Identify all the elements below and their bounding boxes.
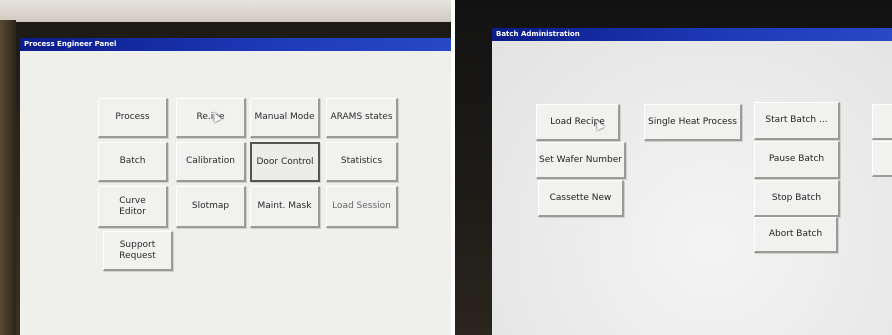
set-wafer-number-button[interactable]: Set Wafer Number bbox=[536, 142, 626, 179]
statistics-button[interactable]: Statistics bbox=[326, 142, 398, 182]
pause-batch-button[interactable]: Pause Batch bbox=[754, 141, 840, 179]
process-button[interactable]: Process bbox=[98, 98, 168, 138]
single-heat-process-button[interactable]: Single Heat Process bbox=[644, 104, 742, 141]
calibration-button[interactable]: Calibration bbox=[176, 142, 246, 182]
support-request-button[interactable]: Support Request bbox=[103, 231, 173, 271]
process-engineer-panel-window: Process Engineer Panel Process Re.ipe Ma… bbox=[20, 38, 451, 335]
stop-batch-button[interactable]: Stop Batch bbox=[754, 180, 840, 217]
load-recipe-button[interactable]: Load Recipe bbox=[536, 104, 620, 141]
offscreen-button[interactable] bbox=[872, 141, 892, 177]
load-session-button[interactable]: Load Session bbox=[326, 186, 398, 228]
background-wall bbox=[0, 0, 451, 22]
offscreen-button[interactable] bbox=[872, 104, 892, 140]
maint-mask-button[interactable]: Maint. Mask bbox=[250, 186, 320, 228]
batch-button[interactable]: Batch bbox=[98, 142, 168, 182]
left-photo: Process Engineer Panel Process Re.ipe Ma… bbox=[0, 0, 451, 335]
batch-administration-window: Batch Administration Load Recipe Single … bbox=[492, 28, 892, 335]
slotmap-button[interactable]: Slotmap bbox=[176, 186, 246, 228]
abort-batch-button[interactable]: Abort Batch bbox=[754, 217, 838, 253]
window-title: Batch Administration bbox=[492, 28, 892, 41]
curve-editor-button[interactable]: Curve Editor bbox=[98, 186, 168, 228]
arams-states-button[interactable]: ARAMS states bbox=[326, 98, 398, 138]
manual-mode-button[interactable]: Manual Mode bbox=[250, 98, 320, 138]
recipe-button[interactable]: Re.ipe bbox=[176, 98, 246, 138]
door-control-button[interactable]: Door Control bbox=[250, 142, 320, 182]
cassette-new-button[interactable]: Cassette New bbox=[538, 180, 624, 217]
right-photo: Batch Administration Load Recipe Single … bbox=[455, 0, 892, 335]
start-batch-button[interactable]: Start Batch ... bbox=[754, 102, 840, 140]
monitor-bezel-side bbox=[0, 20, 16, 335]
window-title: Process Engineer Panel bbox=[20, 38, 451, 51]
